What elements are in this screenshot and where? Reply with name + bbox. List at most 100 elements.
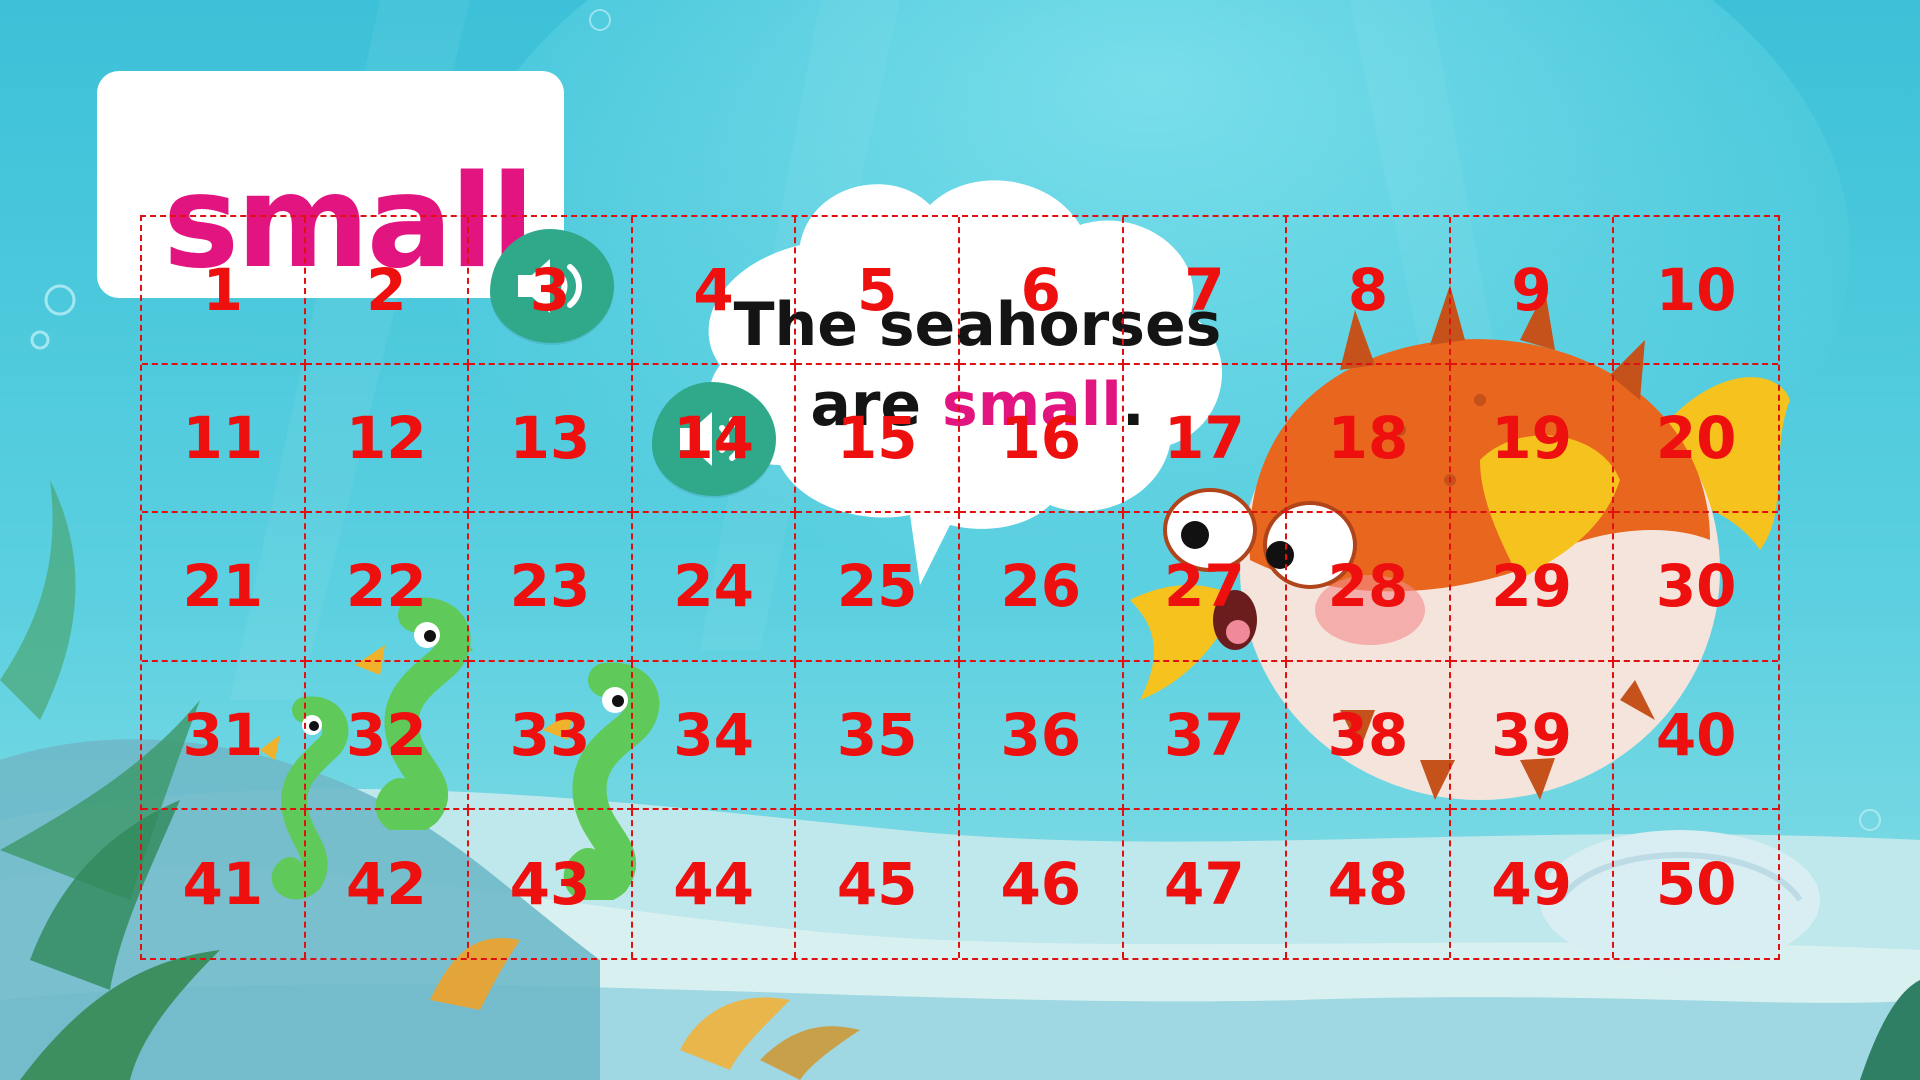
grid-cell-number: 34 (673, 700, 754, 769)
grid-cell-number: 17 (1164, 404, 1245, 473)
grid-cell-4[interactable]: 4 (632, 217, 797, 366)
grid-cell-1[interactable]: 1 (142, 217, 306, 366)
grid-cell-47[interactable]: 47 (1124, 809, 1288, 958)
grid-cell-14[interactable]: 14 (632, 365, 797, 514)
grid-cell-number: 12 (346, 404, 427, 473)
grid-cell-17[interactable]: 17 (1123, 365, 1288, 514)
grid-cell-number: 1 (202, 256, 243, 325)
grid-cell-10[interactable]: 10 (1614, 217, 1778, 366)
grid-cell-41[interactable]: 41 (142, 809, 306, 958)
grid-cell-29[interactable]: 29 (1450, 513, 1615, 662)
grid-cell-number: 43 (509, 849, 591, 918)
grid-cell-number: 10 (1655, 256, 1737, 325)
grid-cell-number: 20 (1655, 404, 1737, 473)
grid-cell-number: 26 (1000, 552, 1082, 621)
grid-cell-number: 19 (1491, 404, 1572, 473)
grid-cell-28[interactable]: 28 (1287, 513, 1451, 662)
grid-cell-19[interactable]: 19 (1450, 365, 1615, 514)
grid-cell-25[interactable]: 25 (796, 513, 960, 662)
grid-cell-6[interactable]: 6 (960, 217, 1124, 366)
grid-cell-number: 37 (1164, 700, 1245, 769)
grid-cell-number: 21 (182, 552, 264, 621)
grid-cell-21[interactable]: 21 (142, 513, 306, 662)
grid-cell-45[interactable]: 45 (796, 809, 960, 958)
grid-cell-35[interactable]: 35 (796, 661, 960, 810)
grid-cell-number: 46 (1000, 849, 1082, 918)
grid-cell-number: 35 (836, 700, 918, 769)
grid-cell-15[interactable]: 15 (796, 365, 960, 514)
grid-cell-number: 23 (509, 552, 591, 621)
grid-cell-3[interactable]: 3 (469, 217, 633, 366)
grid-cell-49[interactable]: 49 (1451, 809, 1615, 958)
grid-cell-number: 6 (1020, 256, 1061, 325)
grid-cell-26[interactable]: 26 (960, 513, 1124, 662)
grid-cell-number: 33 (509, 700, 591, 769)
grid-cell-number: 15 (836, 404, 918, 473)
grid-cell-number: 5 (857, 256, 898, 325)
grid-cell-34[interactable]: 34 (632, 661, 797, 810)
grid-cell-33[interactable]: 33 (469, 661, 633, 810)
grid-cell-number: 27 (1164, 552, 1245, 621)
grid-cell-9[interactable]: 9 (1450, 217, 1615, 366)
grid-cell-43[interactable]: 43 (469, 809, 633, 958)
grid-cell-number: 45 (836, 849, 918, 918)
grid-cell-number: 25 (836, 552, 918, 621)
grid-cell-30[interactable]: 30 (1614, 513, 1778, 662)
grid-cell-number: 24 (673, 552, 754, 621)
grid-cell-24[interactable]: 24 (632, 513, 797, 662)
grid-cell-number: 32 (346, 700, 427, 769)
grid-cell-number: 29 (1491, 552, 1572, 621)
grid-cell-number: 2 (366, 256, 407, 325)
grid-cell-number: 18 (1327, 404, 1409, 473)
grid-cell-number: 41 (182, 849, 264, 918)
grid-cell-number: 38 (1327, 700, 1409, 769)
grid-cell-8[interactable]: 8 (1287, 217, 1451, 366)
grid-cell-number: 8 (1347, 256, 1389, 325)
grid-cell-number: 4 (693, 256, 734, 325)
grid-cell-number: 30 (1655, 552, 1737, 621)
grid-cell-36[interactable]: 36 (960, 661, 1124, 810)
grid-cell-number: 16 (1000, 404, 1082, 473)
grid-cell-31[interactable]: 31 (142, 661, 306, 810)
grid-cell-2[interactable]: 2 (305, 217, 470, 366)
grid-cell-number: 14 (673, 404, 754, 473)
grid-cell-number: 3 (529, 256, 571, 325)
grid-cell-number: 9 (1511, 256, 1552, 325)
grid-cell-16[interactable]: 16 (960, 365, 1124, 514)
grid-cell-44[interactable]: 44 (633, 809, 797, 958)
grid-cell-7[interactable]: 7 (1123, 217, 1288, 366)
grid-cell-number: 7 (1184, 256, 1225, 325)
grid-cell-11[interactable]: 11 (142, 365, 306, 514)
grid-cell-number: 22 (346, 552, 427, 621)
grid-cell-number: 48 (1327, 849, 1409, 918)
grid-cell-22[interactable]: 22 (305, 513, 470, 662)
grid-cell-27[interactable]: 27 (1123, 513, 1288, 662)
grid-cell-39[interactable]: 39 (1450, 661, 1615, 810)
grid-cell-48[interactable]: 48 (1287, 809, 1451, 958)
grid-cell-number: 13 (509, 404, 591, 473)
grid-cell-12[interactable]: 12 (305, 365, 470, 514)
grid-cell-number: 28 (1327, 552, 1409, 621)
grid-cell-number: 31 (182, 700, 264, 769)
grid-cell-number: 49 (1491, 849, 1572, 918)
grid-cell-number: 40 (1655, 700, 1737, 769)
grid-cell-40[interactable]: 40 (1614, 662, 1778, 810)
grid-cell-number: 50 (1655, 849, 1737, 918)
grid-cell-20[interactable]: 20 (1614, 365, 1778, 514)
grid-cell-number: 36 (1000, 700, 1082, 769)
grid-cell-5[interactable]: 5 (796, 217, 960, 366)
grid-cell-37[interactable]: 37 (1123, 661, 1288, 810)
grid-cell-42[interactable]: 42 (306, 809, 470, 958)
grid-cell-32[interactable]: 32 (305, 661, 470, 810)
grid-cell-number: 42 (346, 849, 427, 918)
numbered-grid-overlay: 1 2 3 4 5 6 7 8 9 10 11 12 13 14 15 16 17 18 19 20 21 22 23 24 2… (140, 215, 1780, 960)
grid-cell-23[interactable]: 23 (469, 513, 633, 662)
grid-cell-13[interactable]: 13 (469, 365, 633, 514)
game-scene: small The seahorses are small. 1 2 3 4 5… (0, 0, 1920, 1080)
grid-cell-18[interactable]: 18 (1287, 365, 1451, 514)
grid-cell-number: 44 (673, 849, 754, 918)
grid-cell-46[interactable]: 46 (960, 809, 1124, 958)
grid-cell-number: 47 (1164, 849, 1245, 918)
grid-cell-38[interactable]: 38 (1287, 661, 1451, 810)
grid-cell-50[interactable]: 50 (1614, 810, 1778, 958)
